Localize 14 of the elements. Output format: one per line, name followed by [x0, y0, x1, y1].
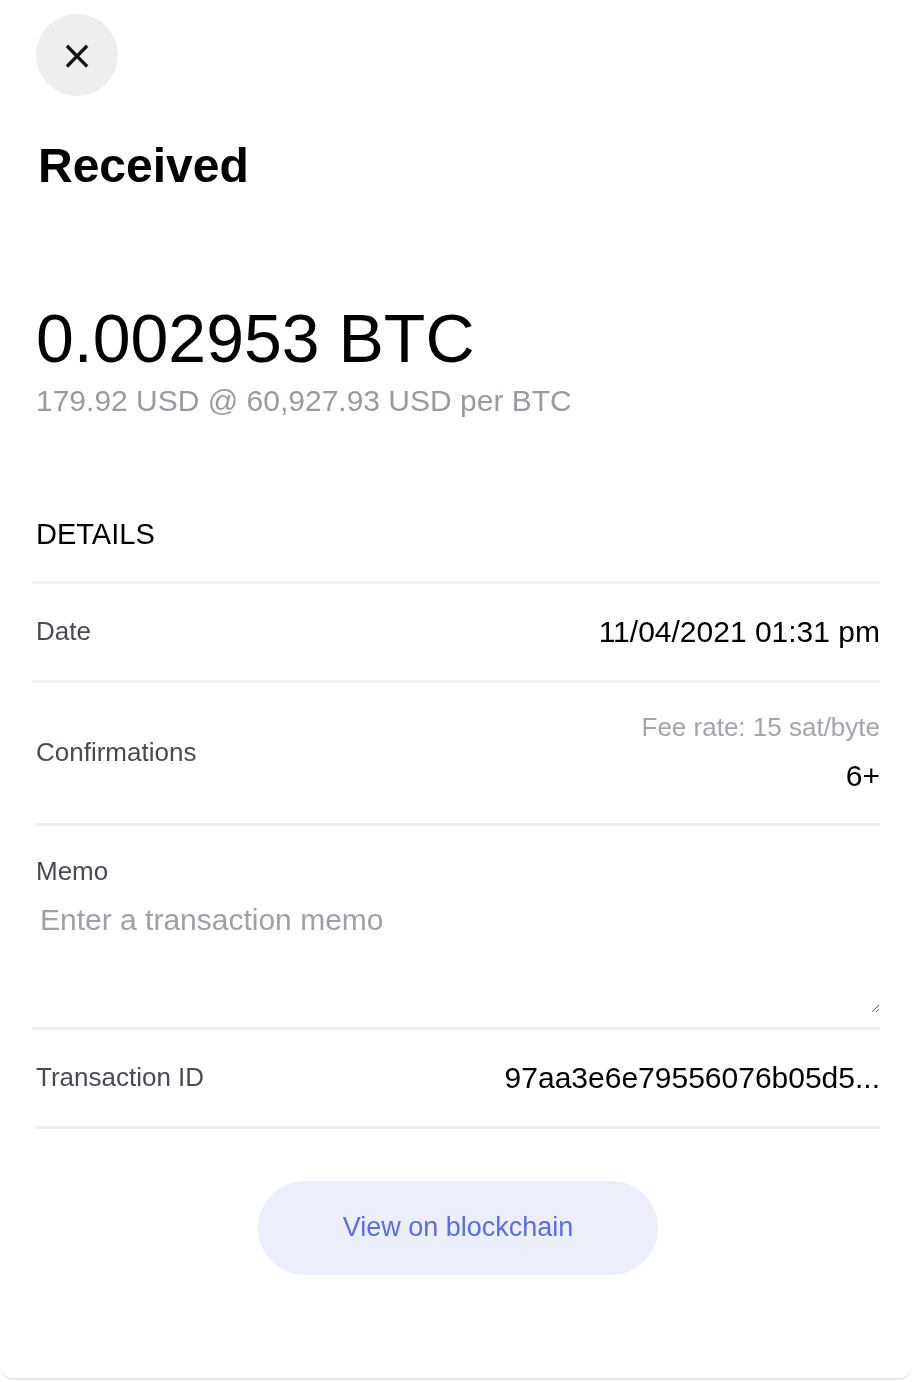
detail-label: Transaction ID [36, 1062, 205, 1094]
memo-label: Memo [36, 855, 110, 887]
amount-text: 0.002953 BTC [36, 301, 476, 376]
detail-value: 6+ [845, 759, 880, 794]
detail-label: Confirmations [36, 737, 197, 769]
detail-value: 97aa3e6e79556076b05d5... [504, 1060, 880, 1095]
page-title: Received [38, 138, 250, 193]
close-button[interactable]: × [36, 14, 118, 96]
section-heading: DETAILS [36, 517, 156, 551]
fee-rate-text: Fee rate: 15 sat/byte [641, 712, 880, 744]
view-on-blockchain-button[interactable]: View on blockchain [258, 1180, 658, 1275]
fiat-value-text: 179.92 USD @ 60,927.93 USD per BTC [36, 383, 573, 418]
detail-label: Date [36, 616, 91, 648]
detail-value: 11/04/2021 01:31 pm [598, 614, 880, 649]
